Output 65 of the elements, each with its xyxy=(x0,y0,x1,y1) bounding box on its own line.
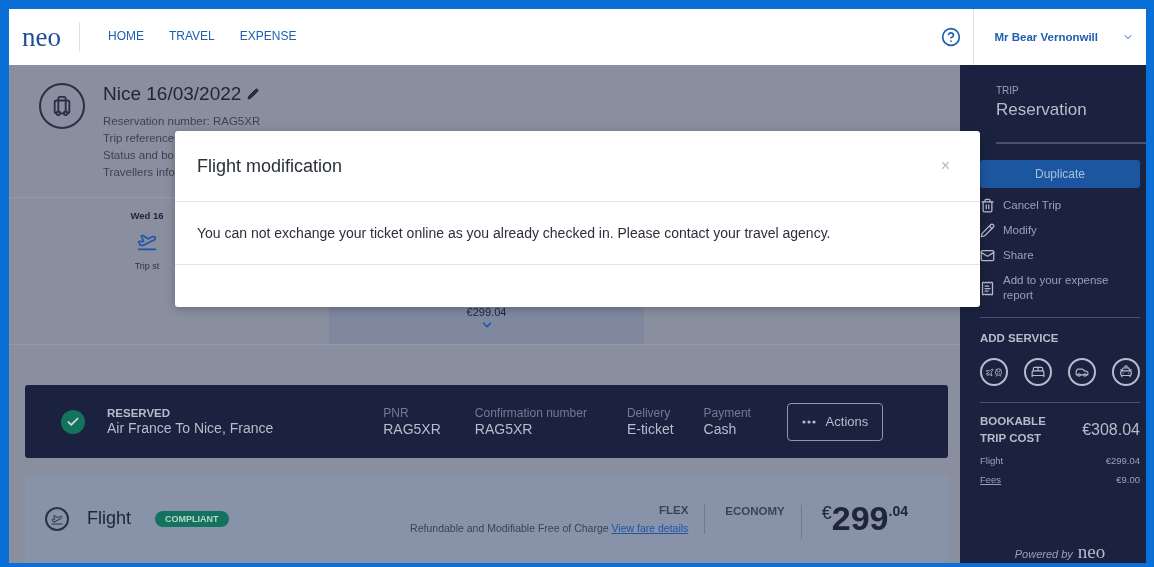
price: €299.04 xyxy=(466,306,507,319)
duplicate-button[interactable]: Duplicate xyxy=(980,160,1140,188)
receipt-icon xyxy=(980,280,995,296)
check-icon xyxy=(61,409,85,434)
cost-heading: BOOKABLE TRIP COST xyxy=(980,414,1047,446)
reservation-title: Air France To Nice, France xyxy=(107,420,274,437)
trip-title: Nice 16/03/2022 xyxy=(103,83,242,105)
cost-value: €9.00 xyxy=(1116,474,1140,485)
brand-logo: neo xyxy=(1077,543,1106,561)
cost-value: €299.04 xyxy=(1105,455,1140,466)
bed-icon xyxy=(1031,365,1045,379)
trash-icon xyxy=(980,198,995,213)
train-icon xyxy=(994,367,1003,377)
powered-by: Powered by xyxy=(1014,548,1073,560)
nav-link[interactable]: TRAVEL xyxy=(169,26,215,48)
sidebar-action[interactable]: Modify xyxy=(980,223,1140,238)
cost-total: €308.04 xyxy=(1082,421,1140,439)
field-value: E-ticket xyxy=(626,421,674,438)
fare-note: Refundable and Modifiable Free of Charge View fare details xyxy=(410,521,689,534)
compliant-badge: COMPLIANT xyxy=(155,510,229,527)
field-value: RAG5XR xyxy=(383,421,441,438)
trip-detail: Reservation number: RAG5XR xyxy=(103,114,261,129)
section-heading: ADD SERVICE xyxy=(980,332,1060,344)
pencil-icon xyxy=(980,223,995,238)
trip-detail: Travellers info xyxy=(103,165,175,180)
taxi-icon xyxy=(1119,365,1133,379)
fare-name: FLEX xyxy=(658,503,689,516)
field-label: Payment xyxy=(703,406,751,421)
plane-train-button[interactable] xyxy=(980,358,1008,386)
car-icon xyxy=(1075,365,1089,379)
cost-label: Flight xyxy=(980,455,1004,466)
sidebar-action[interactable]: Add to your expense report xyxy=(980,273,1140,303)
pencil-icon[interactable] xyxy=(247,88,260,100)
ellipsis-icon xyxy=(801,419,816,424)
trip-detail: Trip reference xyxy=(103,131,175,146)
field-value: RAG5XR xyxy=(474,421,534,438)
car-button[interactable] xyxy=(1068,358,1096,386)
sidebar-action[interactable]: Share xyxy=(980,248,1140,263)
modal-message: You can not exchange your ticket online as you already checked in. Please contact your travel agency. xyxy=(197,225,831,241)
plane-icon xyxy=(45,506,69,531)
trip-date: Wed 16 xyxy=(130,209,164,221)
sidebar-action[interactable]: Cancel Trip xyxy=(980,198,1140,213)
field-label: Confirmation number xyxy=(474,406,587,421)
field-value: Cash xyxy=(703,421,738,438)
reservation-status: RESERVED xyxy=(107,407,172,420)
help-icon[interactable] xyxy=(941,27,962,47)
plane-icon xyxy=(985,367,994,377)
bed-button[interactable] xyxy=(1024,358,1052,386)
taxi-button[interactable] xyxy=(1112,358,1140,386)
trip-detail: Status and bo xyxy=(103,148,174,163)
nav-link[interactable]: HOME xyxy=(108,26,144,48)
suitcase-icon xyxy=(39,83,85,129)
logo[interactable]: neo xyxy=(22,22,80,52)
cabin-class: ECONOMY xyxy=(705,504,802,539)
actions-button[interactable]: Actions xyxy=(786,402,883,441)
cost-link[interactable]: Fees xyxy=(980,474,1002,485)
field-label: Delivery xyxy=(626,406,672,421)
sidebar-label: TRIP xyxy=(996,85,1020,96)
nav-link[interactable]: EXPENSE xyxy=(239,26,297,48)
sidebar-title: Reservation xyxy=(996,100,1146,144)
modal-title: Flight modification xyxy=(197,155,343,177)
trip-caption: Trip st xyxy=(134,260,160,271)
field-label: PNR xyxy=(383,406,410,421)
flight-title: Flight xyxy=(87,508,131,530)
envelope-icon xyxy=(980,248,995,263)
